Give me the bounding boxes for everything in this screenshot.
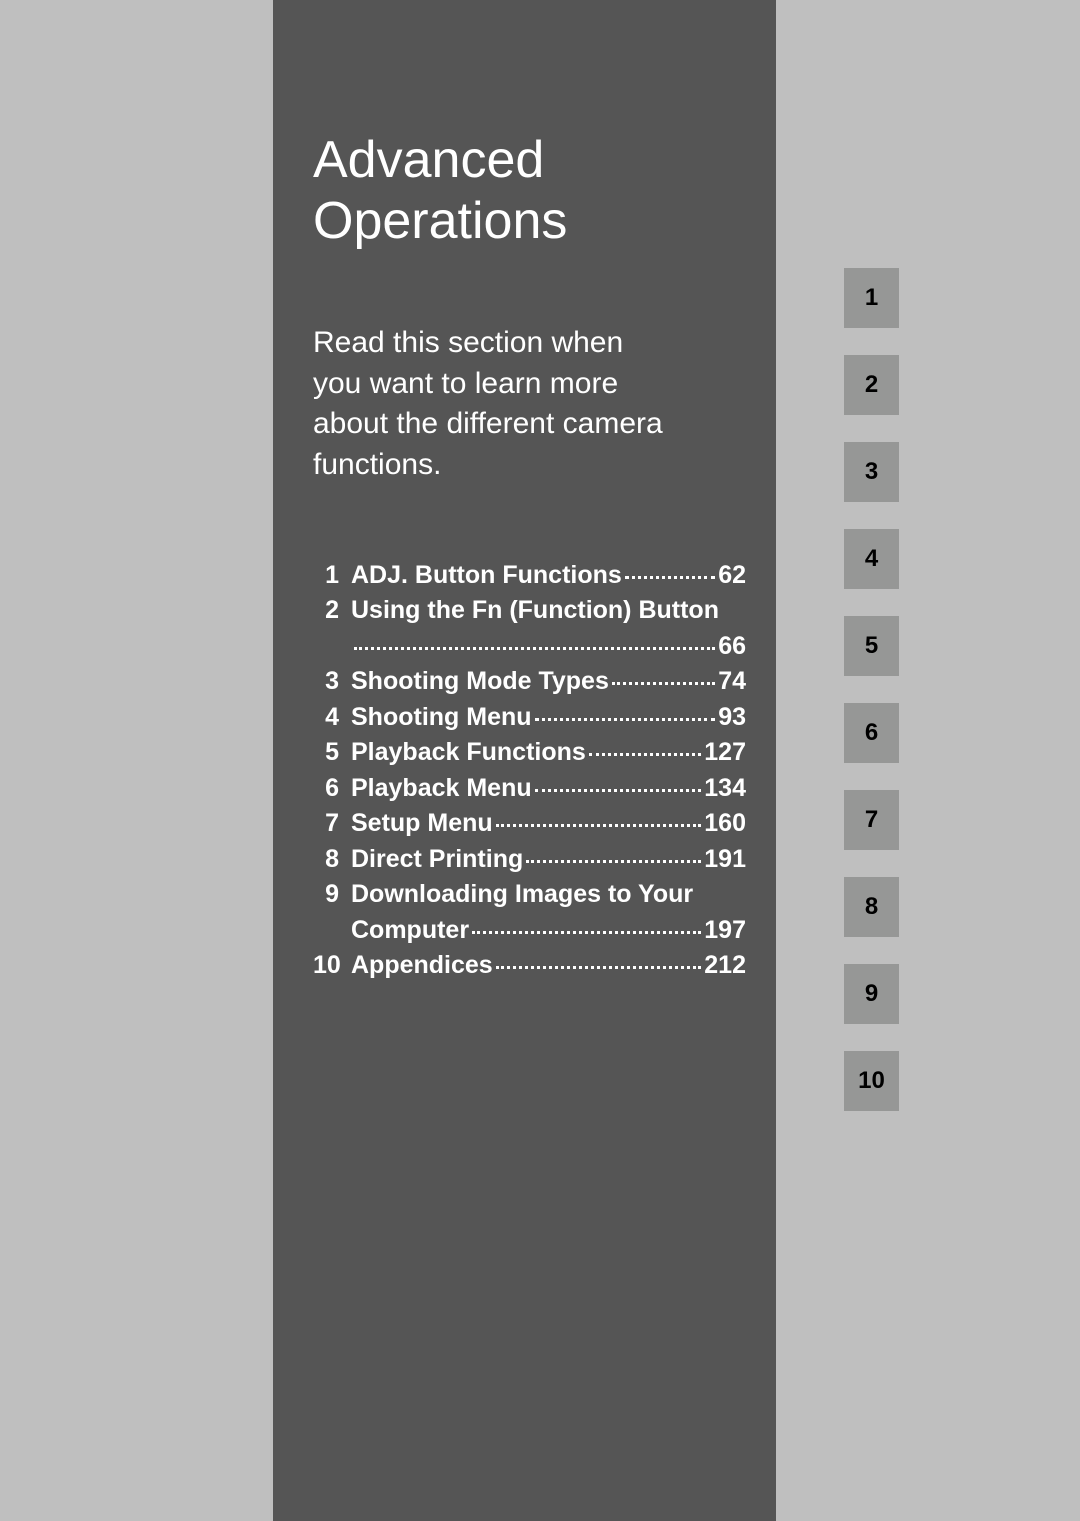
toc-item-leader	[496, 824, 702, 827]
toc-item-label: Playback Menu	[351, 771, 532, 807]
toc-item-entry: Shooting Menu 93	[351, 700, 746, 736]
chapter-tab-9[interactable]: 9	[844, 964, 899, 1024]
chapter-tab-1[interactable]: 1	[844, 268, 899, 328]
toc-item-entry: Playback Menu 134	[351, 771, 746, 807]
chapter-tab-3[interactable]: 3	[844, 442, 899, 502]
toc-item[interactable]: 6Playback Menu 134	[313, 771, 746, 807]
toc-item-number: 7	[313, 806, 351, 842]
toc-item-leader	[496, 966, 702, 969]
toc-item[interactable]: 8Direct Printing 191	[313, 842, 746, 878]
toc-item-entry: Appendices 212	[351, 948, 746, 984]
chapter-tabs: 1 2 3 4 5 6 7 8 9 10	[844, 268, 899, 1138]
toc-item-page: 62	[718, 558, 746, 594]
toc-item-page: 191	[704, 842, 746, 878]
toc-item-leader	[625, 576, 715, 579]
toc-item-leader	[535, 789, 702, 792]
toc-item-page: 74	[718, 664, 746, 700]
chapter-tab-2[interactable]: 2	[844, 355, 899, 415]
toc-item-page: 66	[718, 629, 746, 665]
section-title: Advanced Operations	[313, 130, 746, 253]
toc-item-number: 10	[313, 948, 351, 984]
toc-item-page: 212	[704, 948, 746, 984]
toc-item-label: Downloading Images to Your	[351, 877, 746, 913]
toc-item[interactable]: 9Downloading Images to Your	[313, 877, 746, 913]
toc-item-entry: ADJ. Button Functions 62	[351, 558, 746, 594]
toc-item-page: 160	[704, 806, 746, 842]
toc-item-entry: Setup Menu 160	[351, 806, 746, 842]
toc-item-entry: Direct Printing 191	[351, 842, 746, 878]
toc-item-label: Playback Functions	[351, 735, 586, 771]
content-panel: Advanced Operations Read this section wh…	[273, 0, 776, 1521]
toc-item[interactable]: 5Playback Functions 127	[313, 735, 746, 771]
toc-item-page: 197	[704, 913, 746, 949]
toc-item[interactable]: 2Using the Fn (Function) Button	[313, 593, 746, 629]
toc-item[interactable]: 10Appendices 212	[313, 948, 746, 984]
toc-item-page: 127	[704, 735, 746, 771]
section-intro: Read this section when you want to learn…	[313, 323, 673, 486]
toc-item-label: Direct Printing	[351, 842, 523, 878]
toc-item-page: 93	[718, 700, 746, 736]
toc-item-entry: Shooting Mode Types 74	[351, 664, 746, 700]
toc-item-number: 1	[313, 558, 351, 594]
chapter-tab-7[interactable]: 7	[844, 790, 899, 850]
chapter-tab-8[interactable]: 8	[844, 877, 899, 937]
chapter-tab-10[interactable]: 10	[844, 1051, 899, 1111]
toc-item-leader	[354, 647, 715, 650]
toc-item-leader	[535, 718, 716, 721]
toc-item[interactable]: 4Shooting Menu 93	[313, 700, 746, 736]
title-line-1: Advanced	[313, 131, 544, 189]
toc-item-label: Appendices	[351, 948, 493, 984]
toc-item-label: Shooting Menu	[351, 700, 532, 736]
toc-item-continuation[interactable]: 66	[313, 629, 746, 665]
toc-item-entry: Playback Functions 127	[351, 735, 746, 771]
toc-item-number: 9	[313, 877, 351, 913]
toc-item-leader	[612, 682, 715, 685]
toc-item-continuation[interactable]: Computer 197	[313, 913, 746, 949]
toc-item-label: Computer	[351, 913, 469, 949]
toc-item-label: ADJ. Button Functions	[351, 558, 622, 594]
toc-item-leader	[526, 860, 701, 863]
toc-item-label: Setup Menu	[351, 806, 493, 842]
toc-item-number: 3	[313, 664, 351, 700]
toc-item-number: 5	[313, 735, 351, 771]
toc-item-leader	[472, 931, 701, 934]
toc-item-number: 6	[313, 771, 351, 807]
toc-item-leader	[589, 753, 701, 756]
toc-item[interactable]: 1ADJ. Button Functions 62	[313, 558, 746, 594]
toc-item-label: Using the Fn (Function) Button	[351, 593, 746, 629]
chapter-tab-4[interactable]: 4	[844, 529, 899, 589]
toc-item-number: 2	[313, 593, 351, 629]
toc-item-number: 8	[313, 842, 351, 878]
toc-item[interactable]: 3Shooting Mode Types 74	[313, 664, 746, 700]
chapter-tab-5[interactable]: 5	[844, 616, 899, 676]
table-of-contents: 1ADJ. Button Functions622Using the Fn (F…	[313, 558, 746, 984]
chapter-tab-6[interactable]: 6	[844, 703, 899, 763]
title-line-2: Operations	[313, 192, 567, 250]
toc-item[interactable]: 7Setup Menu 160	[313, 806, 746, 842]
toc-item-label: Shooting Mode Types	[351, 664, 609, 700]
toc-item-number: 4	[313, 700, 351, 736]
toc-item-page: 134	[704, 771, 746, 807]
